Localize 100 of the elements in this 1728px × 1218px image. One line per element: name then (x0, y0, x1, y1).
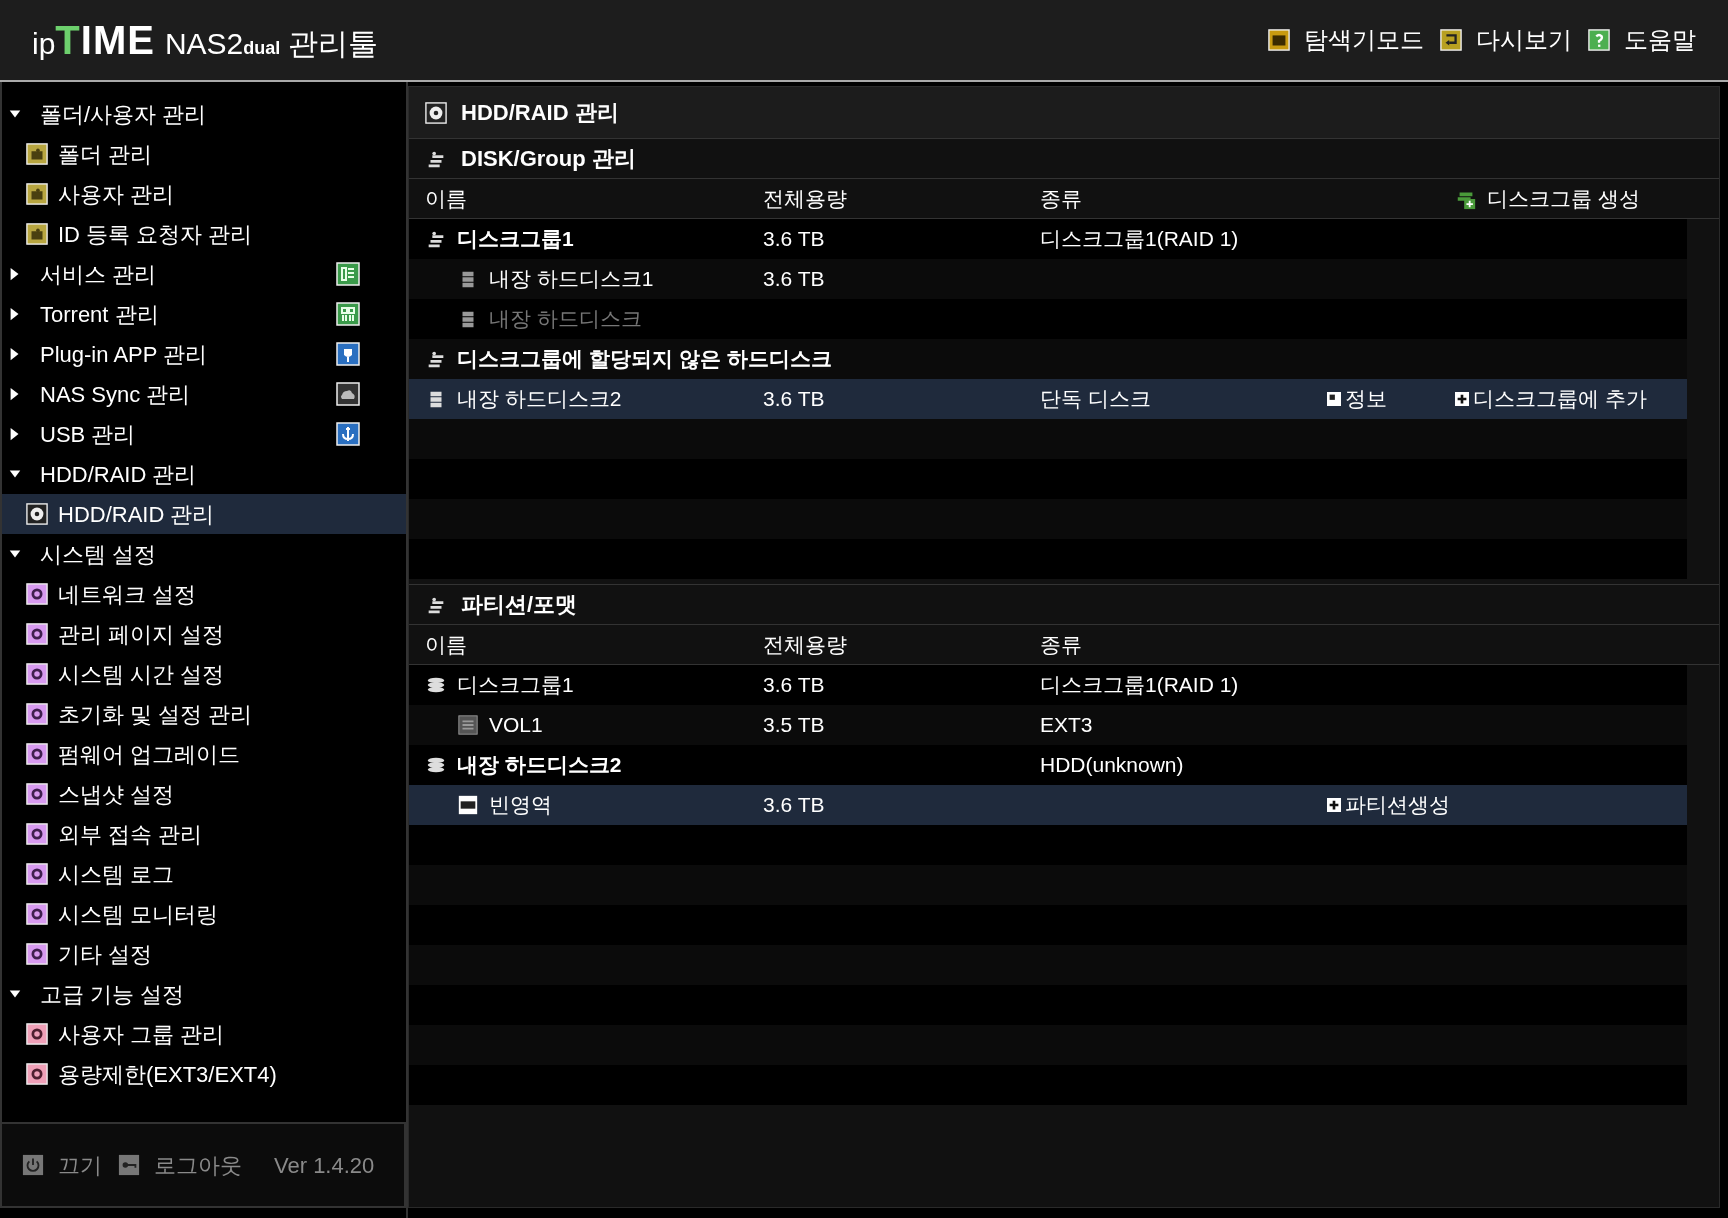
sidebar-group[interactable]: 폴더/사용자 관리 (40, 97, 207, 131)
section-title: DISK/Group 관리 (461, 145, 636, 173)
type-text: 디스크그룹1(RAID 1) (1040, 226, 1240, 253)
sidebar-item[interactable]: 시스템 모니터링 (2, 894, 406, 934)
empty-partition-icon (457, 794, 479, 816)
row-name: VOL1 (489, 712, 543, 739)
folder-icon (26, 183, 48, 205)
capacity-text: 3.6 TB (763, 226, 826, 253)
logout-link[interactable]: 로그아웃 (154, 1148, 242, 1182)
sidebar-group[interactable]: USB 관리 (40, 417, 136, 451)
row-name: 내장 하드디스크1 (489, 266, 654, 293)
type-text: 디스크그룹1(RAID 1) (1040, 672, 1240, 699)
add-to-group-link[interactable]: 디스크그룹에 추가 (1455, 383, 1647, 415)
sidebar-item[interactable]: HDD/RAID 관리 (2, 494, 406, 534)
sidebar-item[interactable]: 네트워크 설정 (2, 574, 406, 614)
plug-icon (336, 342, 360, 366)
sidebar-group[interactable]: HDD/RAID 관리 (40, 457, 197, 491)
row-name: 내장 하드디스크2 (457, 752, 622, 779)
table-row[interactable]: 내장 하드디스크1 3.6 TB (409, 259, 1687, 299)
table-row[interactable]: 디스크그룹1 3.6 TB 디스크그룹1(RAID 1) (409, 665, 1687, 705)
logo: ipTIME NAS2dual 관리툴 (32, 17, 379, 64)
table-row[interactable]: 디스크그룹에 할당되지 않은 하드디스크 (409, 339, 1687, 379)
column-header: 이름 (425, 185, 468, 212)
header-link[interactable]: 다시보기 (1476, 22, 1572, 58)
sidebar-item[interactable]: 관리 페이지 설정 (2, 614, 406, 654)
sidebar-item[interactable]: ID 등록 요청자 관리 (2, 214, 406, 254)
sidebar-group[interactable]: 고급 기능 설정 (40, 977, 185, 1011)
table-row[interactable]: 내장 하드디스크2 HDD(unknown) (409, 745, 1687, 785)
info-link[interactable]: 정보 (1327, 383, 1387, 415)
plus-icon (1327, 798, 1341, 813)
plus-icon (1455, 392, 1469, 407)
sidebar-item[interactable]: 초기화 및 설정 관리 (2, 694, 406, 734)
sidebar-group[interactable]: Plug-in APP 관리 (40, 337, 208, 371)
gear-icon (26, 663, 48, 685)
gear-icon (26, 703, 48, 725)
sidebar-group[interactable]: 서비스 관리 (40, 257, 157, 291)
power-off-link[interactable]: 끄기 (58, 1148, 102, 1182)
sidebar-item[interactable]: 용량제한(EXT3/EXT4) (2, 1054, 406, 1094)
sidebar-item[interactable]: 사용자 관리 (2, 174, 406, 214)
sidebar-item[interactable]: 시스템 시간 설정 (2, 654, 406, 694)
column-header: 이름 (425, 631, 468, 658)
row-name: 내장 하드디스크2 (457, 386, 622, 413)
gear-icon (26, 1023, 48, 1045)
sidebar-item[interactable]: 스냅샷 설정 (2, 774, 406, 814)
volume-icon (457, 714, 479, 736)
column-header: 전체용량 (763, 631, 848, 658)
sidebar-item[interactable]: 폴더 관리 (2, 134, 406, 174)
page-title: HDD/RAID 관리 (461, 99, 619, 127)
row-name: 내장 하드디스크 (489, 306, 642, 333)
sidebar-group[interactable]: NAS Sync 관리 (40, 377, 191, 411)
power-icon (22, 1154, 44, 1176)
row-name: 디스크그룹1 (457, 226, 574, 253)
sidebar-item[interactable]: 사용자 그룹 관리 (2, 1014, 406, 1054)
type-text: 단독 디스크 (1040, 386, 1152, 413)
gear-icon (26, 903, 48, 925)
create-partition-link[interactable]: 파티션생성 (1327, 789, 1450, 821)
capacity-text: 3.6 TB (763, 266, 826, 293)
column-header: 종류 (1040, 185, 1083, 212)
capacity-text: 3.5 TB (763, 712, 826, 739)
folder-icon (26, 143, 48, 165)
help-icon (1588, 29, 1610, 51)
sidebar-item[interactable]: 기타 설정 (2, 934, 406, 974)
cloud-icon (336, 382, 360, 406)
table-row[interactable]: 내장 하드디스크2 3.6 TB 단독 디스크 정보 디스크그룹에 추가 (409, 379, 1687, 419)
column-header: 전체용량 (763, 185, 848, 212)
table-row[interactable]: 디스크그룹1 3.6 TB 디스크그룹1(RAID 1) (409, 219, 1687, 259)
usb-icon (336, 422, 360, 446)
type-text: EXT3 (1040, 712, 1094, 739)
create-group-link[interactable]: 디스크그룹 생성 (1455, 182, 1719, 215)
key-icon (118, 1154, 140, 1176)
folder-icon (1268, 29, 1290, 51)
version-text: Ver 1.4.20 (274, 1151, 375, 1180)
gear-icon (26, 1063, 48, 1085)
capacity-text: 3.6 TB (763, 792, 826, 819)
header-link[interactable]: 탐색기모드 (1304, 22, 1424, 58)
header-link[interactable]: 도움말 (1624, 22, 1696, 58)
sidebar-group[interactable]: Torrent 관리 (40, 297, 159, 331)
list-icon (336, 262, 360, 286)
gear-icon (26, 943, 48, 965)
capacity-text: 3.6 TB (763, 672, 826, 699)
row-name: 디스크그룹1 (457, 672, 574, 699)
gear-icon (26, 823, 48, 845)
sidebar-item[interactable]: 외부 접속 관리 (2, 814, 406, 854)
gear-icon (26, 743, 48, 765)
table-row[interactable]: 빈영역 3.6 TB 파티션생성 (409, 785, 1687, 825)
info-icon (1327, 392, 1341, 407)
gear-icon (26, 783, 48, 805)
gear-icon (26, 863, 48, 885)
section-title: 파티션/포맷 (461, 591, 578, 619)
column-header: 종류 (1040, 631, 1083, 658)
type-text: HDD(unknown) (1040, 752, 1185, 779)
row-name: 빈영역 (489, 792, 552, 819)
sidebar-group[interactable]: 시스템 설정 (40, 537, 157, 571)
sidebar-item[interactable]: 시스템 로그 (2, 854, 406, 894)
table-row[interactable]: VOL1 3.5 TB EXT3 (409, 705, 1687, 745)
folder-icon (26, 223, 48, 245)
row-name: 디스크그룹에 할당되지 않은 하드디스크 (457, 346, 832, 373)
gear-icon (26, 583, 48, 605)
sidebar-item[interactable]: 펌웨어 업그레이드 (2, 734, 406, 774)
grid-icon (336, 302, 360, 326)
